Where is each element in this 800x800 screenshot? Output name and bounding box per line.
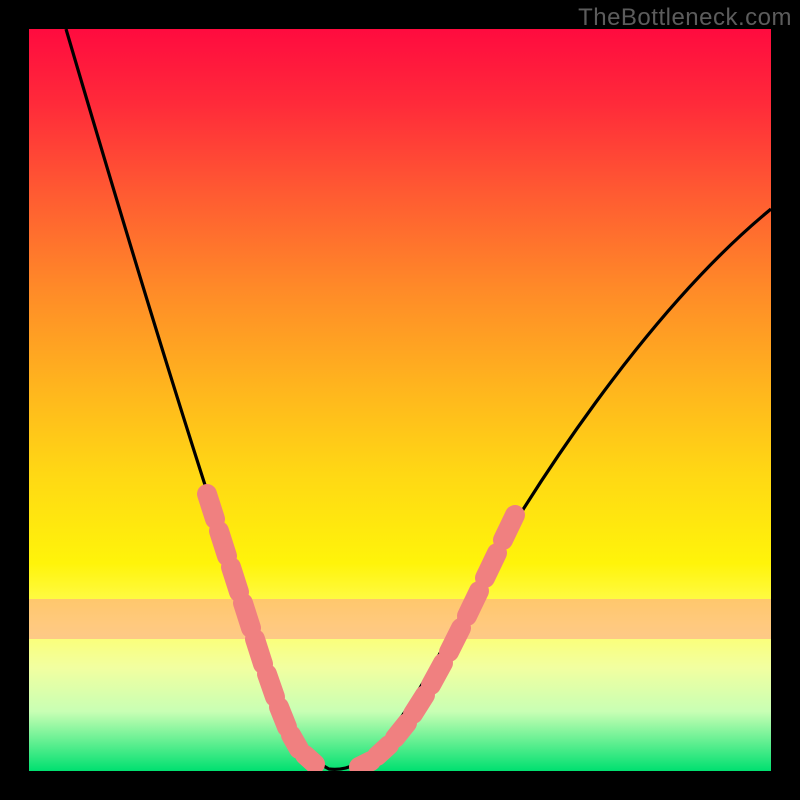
chart-plot-area	[29, 29, 771, 771]
watermark-text: TheBottleneck.com	[578, 4, 792, 32]
left-arm-highlights	[207, 494, 315, 764]
curve-path	[66, 29, 771, 769]
bottleneck-curve	[29, 29, 771, 771]
right-arm-highlights	[359, 515, 515, 767]
